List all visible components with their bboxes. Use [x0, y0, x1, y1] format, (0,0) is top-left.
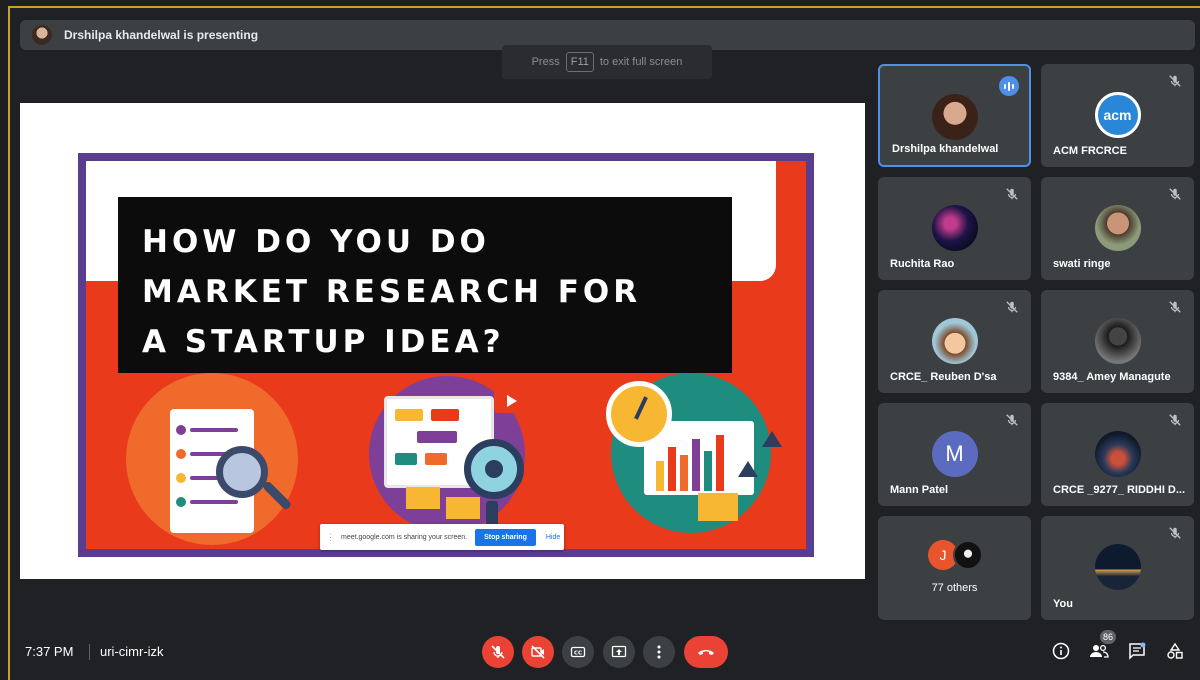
participant-tile[interactable]: M Mann Patel — [878, 403, 1031, 506]
slide-title-line: MARKET RESEARCH FOR — [142, 274, 642, 310]
present-screen-icon — [611, 645, 627, 658]
avatar — [931, 205, 978, 251]
mic-off-icon — [1006, 188, 1018, 200]
more-options-button[interactable] — [643, 636, 675, 668]
present-button[interactable] — [603, 636, 635, 668]
meeting-code: uri-cimr-izk — [100, 644, 164, 659]
avatar: M — [931, 431, 978, 477]
slide-title-line: A STARTUP IDEA? — [142, 324, 505, 360]
participant-name: CRCE_ Reuben D'sa — [890, 371, 997, 383]
participant-name: 9384_ Amey Managute — [1053, 371, 1171, 383]
avatar — [1094, 431, 1141, 477]
people-icon — [1090, 644, 1109, 658]
people-count-badge: 86 — [1100, 630, 1116, 644]
others-tile[interactable]: J 77 others — [878, 516, 1031, 620]
participant-name: swati ringe — [1053, 258, 1111, 270]
participant-name: You — [1053, 598, 1073, 610]
mic-off-icon — [1006, 301, 1018, 313]
more-vert-icon — [657, 645, 661, 659]
mic-off-icon — [1169, 188, 1181, 200]
participant-tile[interactable]: CRCE _9277_ RIDDHI D... — [1041, 403, 1194, 506]
participant-tile[interactable]: 9384_ Amey Managute — [1041, 290, 1194, 393]
bottom-toolbar: 7:37 PM uri-cimr-izk CC — [8, 625, 1200, 680]
acm-logo: acm — [1094, 92, 1141, 138]
mic-off-icon — [491, 645, 505, 659]
mic-off-icon — [1169, 414, 1181, 426]
others-count: 77 others — [931, 582, 978, 594]
mic-off-icon — [1006, 414, 1018, 426]
self-tile[interactable]: You — [1041, 516, 1194, 620]
speaking-indicator-icon — [999, 76, 1019, 96]
hide-button[interactable]: Hide — [546, 534, 560, 541]
svg-text:CC: CC — [574, 651, 582, 657]
gauge-icon — [606, 381, 672, 447]
participant-name: Ruchita Rao — [890, 258, 955, 270]
participant-name: Mann Patel — [890, 484, 949, 496]
info-icon — [1052, 642, 1070, 660]
slide-title-line: HOW DO YOU DO — [142, 224, 490, 260]
mic-off-icon — [1169, 75, 1181, 87]
participant-tile[interactable]: swati ringe — [1041, 177, 1194, 280]
hang-up-icon — [698, 650, 714, 655]
participant-name: Drshilpa khandelwal — [892, 143, 999, 155]
fullscreen-hint: Press F11 to exit full screen — [502, 45, 712, 79]
acm-logo-text: acm — [1103, 107, 1132, 123]
hint-key: F11 — [565, 52, 594, 72]
chat-button[interactable] — [1126, 639, 1148, 663]
slide-title: HOW DO YOU DO MARKET RESEARCH FOR A STAR… — [118, 197, 732, 373]
mic-off-icon — [1169, 301, 1181, 313]
camera-off-icon — [531, 645, 545, 659]
video-play-icon — [494, 389, 528, 413]
captions-icon: CC — [570, 646, 586, 658]
avatar — [1094, 205, 1141, 251]
mic-off-icon — [1169, 527, 1181, 539]
eye-magnifier-icon — [464, 439, 524, 499]
stop-sharing-button[interactable]: Stop sharing — [475, 528, 536, 546]
activities-icon — [1167, 642, 1183, 659]
shared-screen: HOW DO YOU DO MARKET RESEARCH FOR A STAR… — [20, 103, 865, 579]
hint-press: Press — [531, 56, 560, 68]
presentation-slide: HOW DO YOU DO MARKET RESEARCH FOR A STAR… — [78, 153, 814, 557]
captions-button[interactable]: CC — [562, 636, 594, 668]
participant-tile[interactable]: Drshilpa khandelwal — [878, 64, 1031, 167]
participant-tile[interactable]: acm ACM FRCRCE — [1041, 64, 1194, 167]
presenter-avatar — [32, 25, 52, 45]
clock: 7:37 PM — [25, 644, 74, 659]
participant-tile[interactable]: Ruchita Rao — [878, 177, 1031, 280]
meeting-details-button[interactable] — [1050, 639, 1072, 663]
avatar — [931, 94, 978, 140]
sharing-notification: ⋮ meet.google.com is sharing your screen… — [320, 524, 564, 550]
chat-icon — [1129, 642, 1146, 660]
participant-name: ACM FRCRCE — [1053, 145, 1127, 157]
participant-name: CRCE _9277_ RIDDHI D... — [1053, 484, 1186, 496]
presenting-text: Drshilpa khandelwal is presenting — [64, 28, 259, 42]
hint-rest: to exit full screen — [599, 56, 683, 68]
avatar — [953, 540, 983, 570]
drag-handle-icon[interactable]: ⋮ — [326, 532, 335, 543]
camera-toggle-button[interactable] — [522, 636, 554, 668]
participant-tile[interactable]: CRCE_ Reuben D'sa — [878, 290, 1031, 393]
arrow-up-icon — [762, 431, 782, 447]
avatar — [1094, 544, 1141, 590]
activities-button[interactable] — [1164, 639, 1186, 663]
envelope-icon — [406, 487, 440, 509]
avatar — [1094, 318, 1141, 364]
magnifier-icon — [216, 446, 268, 498]
leave-call-button[interactable] — [684, 636, 728, 668]
mic-toggle-button[interactable] — [482, 636, 514, 668]
sharing-message: meet.google.com is sharing your screen. — [341, 533, 468, 541]
avatar — [931, 318, 978, 364]
